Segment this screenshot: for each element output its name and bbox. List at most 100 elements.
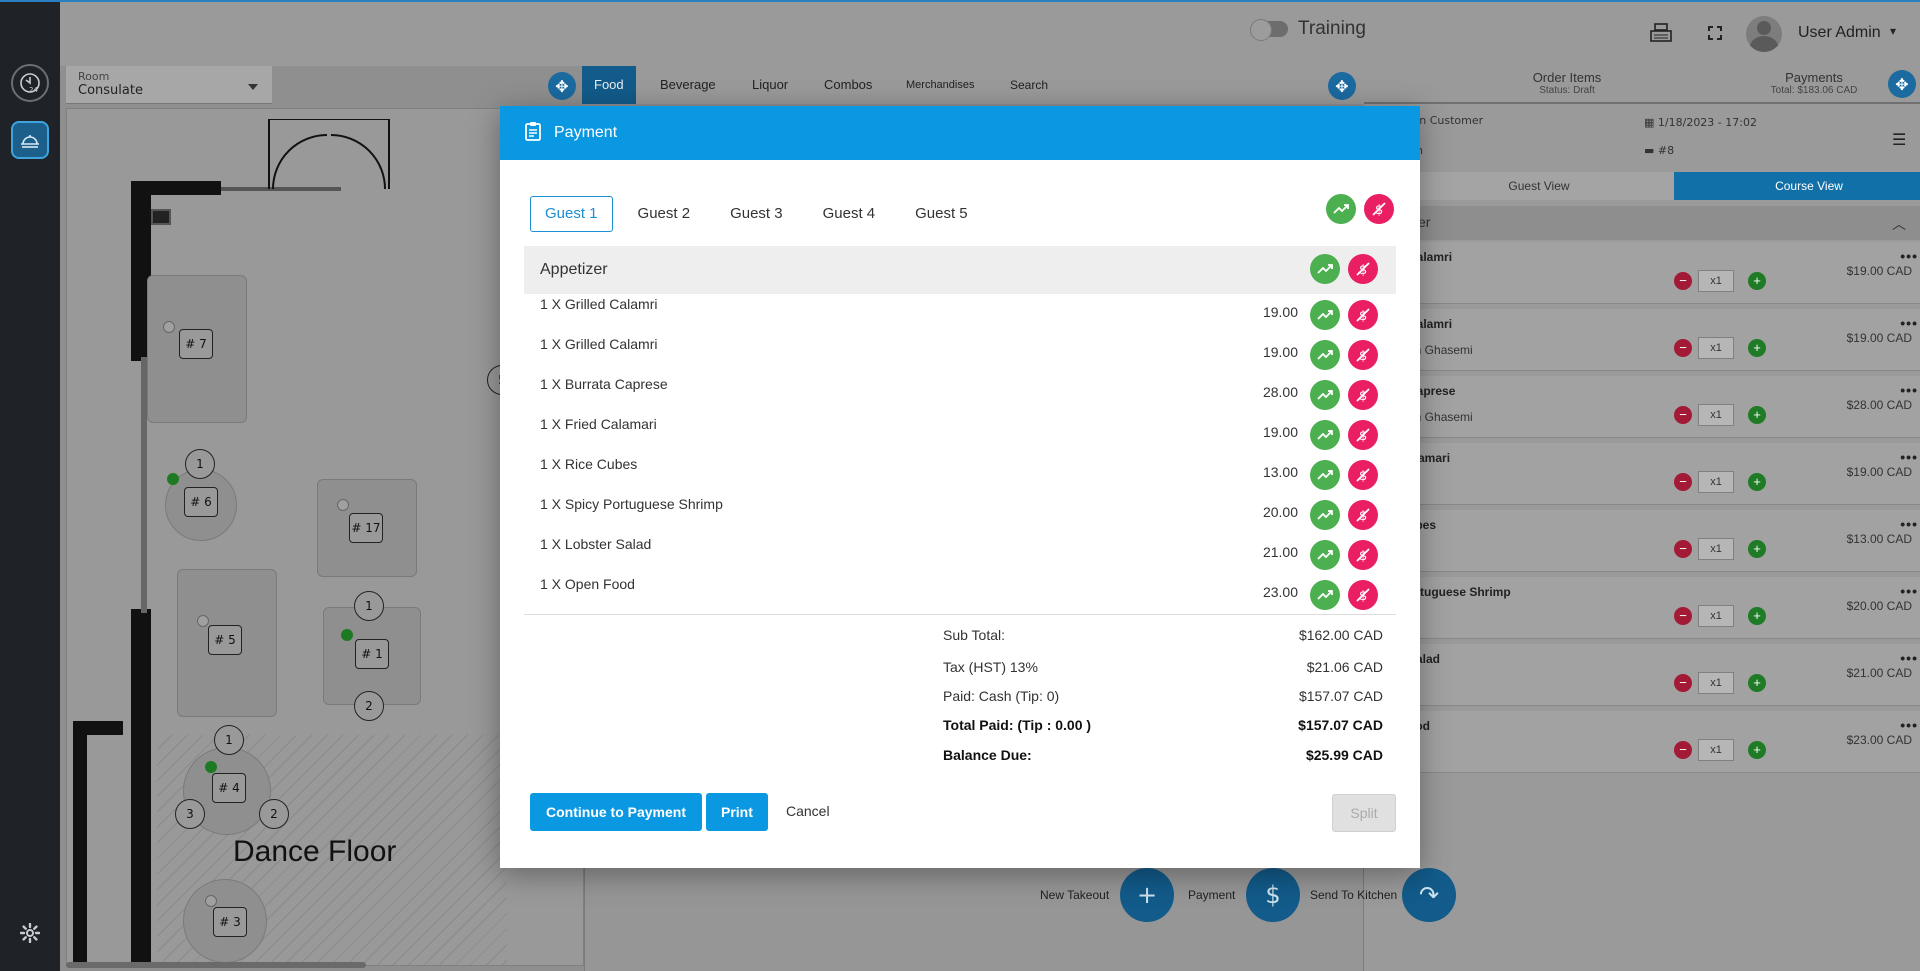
tab-food[interactable]: Food (582, 66, 636, 104)
tab-guest-3[interactable]: Guest 3 (715, 196, 798, 232)
more-options-icon[interactable]: ••• (1900, 449, 1918, 465)
tab-guest-2[interactable]: Guest 2 (623, 196, 706, 232)
tab-order-items[interactable]: Order Items Status: Draft (1462, 70, 1672, 96)
plus-icon[interactable]: + (1748, 540, 1766, 558)
plus-icon[interactable]: + (1748, 741, 1766, 759)
tab-liquor[interactable]: Liquor (740, 66, 800, 104)
order-item[interactable]: ortuguese Shrimple−x1+$20.00 CAD••• (1404, 577, 1920, 639)
trend-up-icon[interactable] (1310, 254, 1340, 284)
clock-24-icon[interactable]: 24 (11, 64, 49, 102)
minus-icon[interactable]: − (1674, 540, 1692, 558)
tab-guest-4[interactable]: Guest 4 (808, 196, 891, 232)
trend-up-icon[interactable] (1310, 300, 1340, 330)
plus-icon[interactable]: + (1748, 272, 1766, 290)
order-item[interactable]: ubesle−x1+$13.00 CAD••• (1404, 510, 1920, 572)
cancel-button[interactable]: Cancel (786, 803, 830, 819)
guest-view-button[interactable]: Guest View (1404, 172, 1674, 200)
print-button[interactable]: Print (706, 793, 768, 831)
minus-icon[interactable]: − (1674, 674, 1692, 692)
tab-merchandises[interactable]: Merchandises (894, 66, 986, 104)
no-money-icon[interactable]: $ (1348, 460, 1378, 490)
dine-in-icon[interactable] (11, 121, 49, 159)
order-item[interactable]: Calamri an Ghasemi − x1 + $19.00 CAD ••• (1404, 309, 1920, 371)
quantity-field[interactable]: x1 (1698, 739, 1734, 761)
order-item[interactable]: oodle−x1+$23.00 CAD••• (1404, 711, 1920, 773)
tab-search[interactable]: Search (998, 66, 1060, 104)
training-toggle[interactable]: Training (1250, 18, 1366, 41)
more-options-icon[interactable]: ••• (1900, 516, 1918, 532)
more-options-icon[interactable]: ••• (1900, 717, 1918, 733)
order-item[interactable]: Caprese an Ghasemi − x1 + $28.00 CAD ••• (1404, 376, 1920, 438)
course-view-button[interactable]: Course View (1674, 172, 1920, 200)
minus-icon[interactable]: − (1674, 339, 1692, 357)
quantity-field[interactable]: x1 (1698, 605, 1734, 627)
move-icon[interactable]: ✥ (1328, 72, 1356, 100)
continue-to-payment-button[interactable]: Continue to Payment (530, 793, 703, 831)
no-money-icon[interactable]: $ (1348, 254, 1378, 284)
more-options-icon[interactable]: ••• (1900, 382, 1918, 398)
send-to-kitchen-button[interactable]: ↷ (1402, 868, 1456, 922)
trend-up-icon[interactable] (1310, 500, 1340, 530)
trend-up-icon[interactable] (1310, 420, 1340, 450)
minus-icon[interactable]: − (1674, 741, 1692, 759)
more-options-icon[interactable]: ••• (1900, 248, 1918, 264)
minus-icon[interactable]: − (1674, 272, 1692, 290)
cash-register-icon[interactable] (1648, 20, 1674, 46)
plus-icon[interactable]: + (1748, 607, 1766, 625)
user-name[interactable]: User Admin (1798, 24, 1881, 42)
more-options-icon[interactable]: ••• (1900, 583, 1918, 599)
tab-guest-1[interactable]: Guest 1 (530, 196, 613, 232)
quantity-field[interactable]: x1 (1698, 270, 1734, 292)
tab-payments[interactable]: Payments Total: $183.06 CAD (1714, 70, 1914, 96)
no-money-icon[interactable]: $ (1364, 194, 1394, 224)
room-select[interactable]: Room Consulate (66, 66, 272, 104)
order-item[interactable]: Saladle−x1+$21.00 CAD••• (1404, 644, 1920, 706)
new-takeout-button[interactable]: + (1120, 868, 1174, 922)
no-money-icon[interactable]: $ (1348, 500, 1378, 530)
order-item[interactable]: alamarile−x1+$19.00 CAD••• (1404, 443, 1920, 505)
minus-icon[interactable]: − (1674, 607, 1692, 625)
trend-up-icon[interactable] (1310, 340, 1340, 370)
plus-icon[interactable]: + (1748, 473, 1766, 491)
trend-up-icon[interactable] (1310, 580, 1340, 610)
quantity-field[interactable]: x1 (1698, 672, 1734, 694)
chevron-up-icon[interactable]: ︿ (1892, 214, 1906, 234)
order-item[interactable]: Calamri − x1 + $19.00 CAD ••• (1404, 242, 1920, 304)
minus-icon[interactable]: − (1674, 406, 1692, 424)
course-section[interactable]: tizer ︿ (1364, 206, 1920, 240)
quantity-field[interactable]: x1 (1698, 337, 1734, 359)
move-icon[interactable]: ✥ (1888, 70, 1916, 98)
no-money-icon[interactable]: $ (1348, 540, 1378, 570)
no-money-icon[interactable]: $ (1348, 380, 1378, 410)
no-money-icon[interactable]: $ (1348, 300, 1378, 330)
payment-button[interactable]: $ (1246, 868, 1300, 922)
settings-gear-icon[interactable] (19, 922, 41, 947)
tab-beverage[interactable]: Beverage (648, 66, 728, 104)
fullscreen-icon[interactable] (1702, 20, 1728, 46)
plus-icon[interactable]: + (1748, 406, 1766, 424)
quantity-field[interactable]: x1 (1698, 538, 1734, 560)
trend-up-icon[interactable] (1310, 460, 1340, 490)
trend-up-icon[interactable] (1310, 380, 1340, 410)
quantity-field[interactable]: x1 (1698, 471, 1734, 493)
split-button[interactable]: Split (1332, 794, 1396, 832)
no-money-icon[interactable]: $ (1348, 340, 1378, 370)
floor-scrollbar[interactable] (66, 962, 366, 968)
quantity-field[interactable]: x1 (1698, 404, 1734, 426)
more-options-icon[interactable]: ••• (1900, 315, 1918, 331)
tab-guest-5[interactable]: Guest 5 (900, 196, 983, 232)
user-avatar[interactable] (1746, 16, 1782, 52)
tab-combos[interactable]: Combos (812, 66, 884, 104)
trend-up-icon[interactable] (1326, 194, 1356, 224)
no-money-icon[interactable]: $ (1348, 580, 1378, 610)
toggle-switch[interactable] (1250, 19, 1288, 41)
more-options-icon[interactable]: ••• (1900, 650, 1918, 666)
no-money-icon[interactable]: $ (1348, 420, 1378, 450)
plus-icon[interactable]: + (1748, 674, 1766, 692)
trend-up-icon[interactable] (1310, 540, 1340, 570)
list-icon[interactable]: ☰ (1892, 130, 1906, 149)
move-icon[interactable]: ✥ (548, 72, 576, 100)
chevron-down-icon[interactable]: ▾ (1890, 24, 1896, 38)
plus-icon[interactable]: + (1748, 339, 1766, 357)
minus-icon[interactable]: − (1674, 473, 1692, 491)
